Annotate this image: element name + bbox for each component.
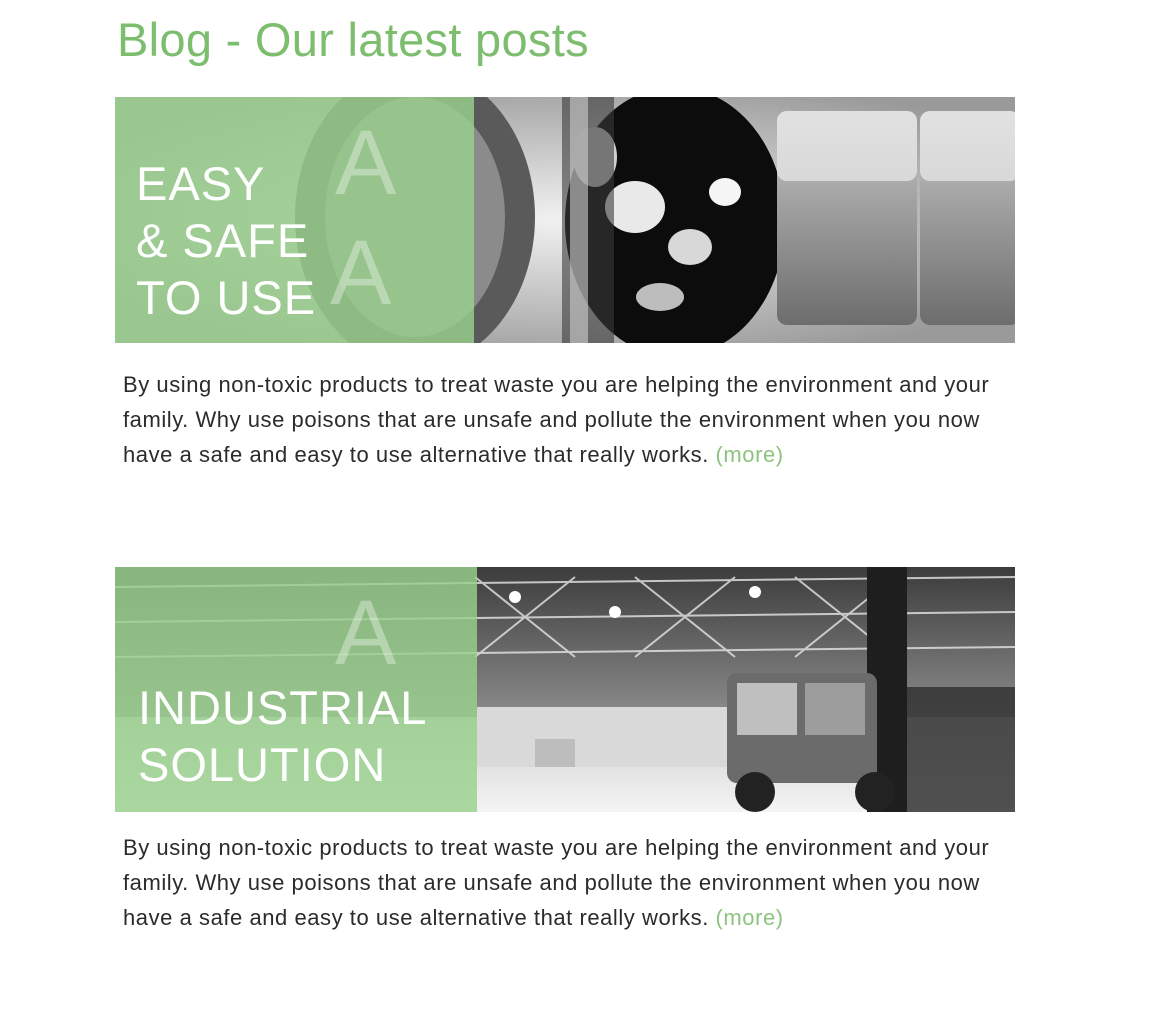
more-link[interactable]: (more) (716, 442, 784, 467)
post-excerpt: By using non-toxic products to treat was… (115, 830, 1003, 935)
post-banner-title: EASY & SAFE TO USE (136, 155, 316, 326)
banner-overlay: A A EASY & SAFE TO USE (115, 97, 474, 343)
decorative-letter-icon: A (335, 582, 397, 684)
post-banner[interactable]: A A EASY & SAFE TO USE (115, 97, 1015, 343)
blog-post: A A EASY & SAFE TO USE By using non-toxi… (115, 97, 1015, 472)
banner-title-line: EASY (136, 157, 266, 210)
more-link[interactable]: (more) (716, 905, 784, 930)
post-excerpt-text: By using non-toxic products to treat was… (123, 372, 990, 467)
banner-title-line: TO USE (136, 271, 317, 324)
decorative-letter-icon: A (335, 112, 397, 214)
banner-title-line: INDUSTRIAL (138, 681, 428, 734)
post-banner[interactable]: A INDUSTRIAL SOLUTION (115, 567, 1015, 812)
banner-overlay: A INDUSTRIAL SOLUTION (115, 567, 477, 812)
decorative-letter-icon: A (330, 222, 392, 324)
page-title: Blog - Our latest posts (117, 13, 589, 66)
post-excerpt: By using non-toxic products to treat was… (115, 367, 1003, 472)
banner-title-line: & SAFE (136, 214, 310, 267)
post-banner-title: INDUSTRIAL SOLUTION (138, 679, 427, 793)
post-excerpt-text: By using non-toxic products to treat was… (123, 835, 990, 930)
banner-title-line: SOLUTION (138, 738, 387, 791)
blog-post: A INDUSTRIAL SOLUTION By using non-toxic… (115, 567, 1015, 935)
